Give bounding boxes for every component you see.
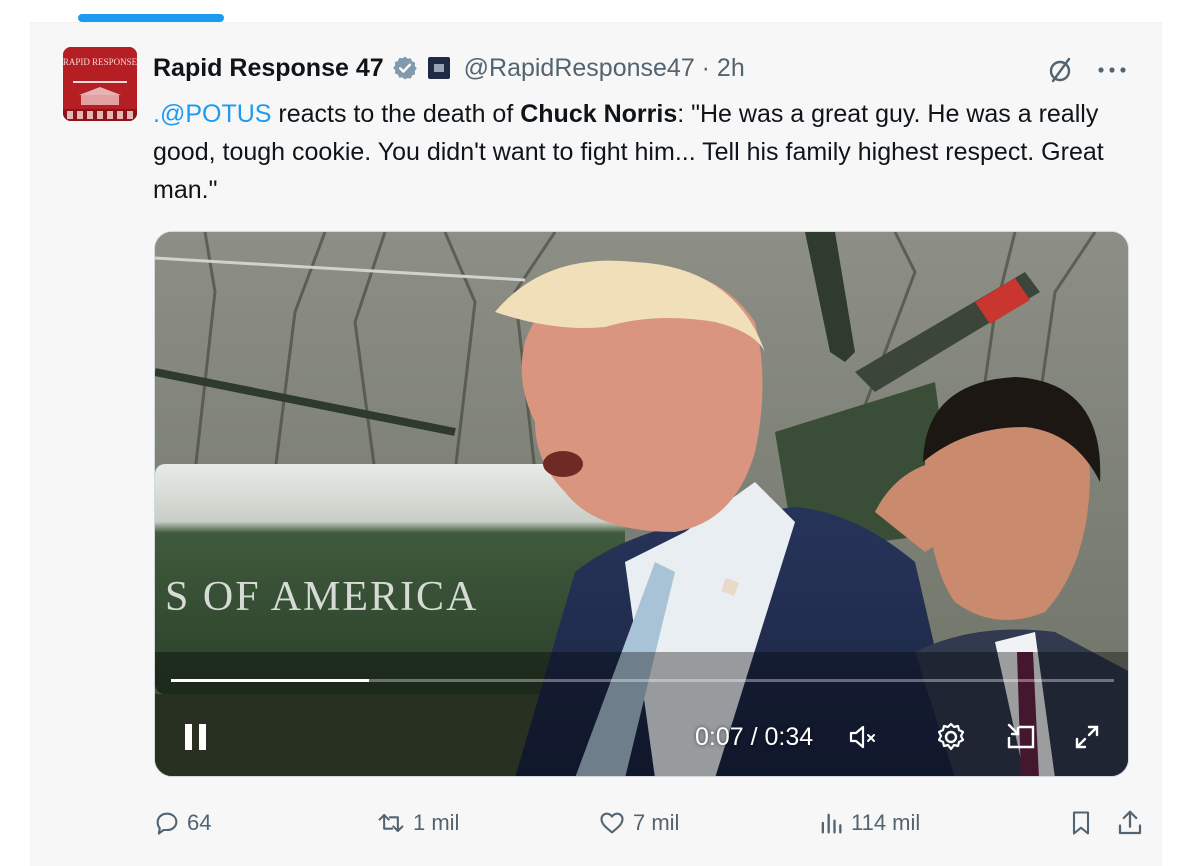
- mention-link[interactable]: .@POTUS: [153, 100, 271, 128]
- views-icon: [821, 813, 842, 834]
- grok-icon[interactable]: [1043, 53, 1077, 87]
- avatar-line-1: RAPID RESPONSE: [63, 57, 137, 67]
- avatar[interactable]: RAPID RESPONSE: [63, 47, 137, 121]
- video-progress-fill: [171, 679, 370, 682]
- settings-icon[interactable]: [933, 719, 969, 755]
- picture-in-picture-icon[interactable]: [1003, 719, 1039, 755]
- reply-icon: [156, 812, 178, 835]
- more-icon[interactable]: [1095, 53, 1129, 87]
- tweet-header: Rapid Response 47 @RapidResponse47 · 2h: [153, 51, 745, 85]
- handle-and-time[interactable]: @RapidResponse47 · 2h: [464, 54, 745, 83]
- like-icon: [600, 812, 624, 834]
- video-time: 0:07 / 0:34: [695, 723, 814, 751]
- views-button[interactable]: 114 mil: [817, 806, 920, 840]
- repost-button[interactable]: 1 mil: [375, 806, 459, 840]
- video-frame: S OF AMERICA: [155, 232, 1128, 776]
- helicopter-lettering: S OF AMERICA: [165, 574, 478, 620]
- tweet-actions: 64 1 mil 7 mil 114 mil: [153, 806, 1142, 840]
- affiliate-badge-icon[interactable]: [427, 57, 450, 79]
- pause-icon[interactable]: [179, 720, 213, 754]
- repost-icon: [378, 813, 404, 833]
- verified-badge-icon[interactable]: [392, 55, 418, 81]
- fullscreen-icon[interactable]: [1069, 719, 1105, 755]
- like-count: 7 mil: [633, 810, 680, 835]
- share-icon[interactable]: [1115, 808, 1145, 838]
- reply-button[interactable]: 64: [153, 806, 211, 840]
- video-player[interactable]: S OF AMERICA 0:07 / 0:34: [154, 231, 1129, 777]
- tweet-card[interactable]: RAPID RESPONSE Rapid Response 47 @RapidR…: [30, 23, 1162, 866]
- tweet-text-part-1: reacts to the death of: [271, 100, 521, 128]
- reply-count: 64: [187, 810, 212, 835]
- tweet-text: .@POTUS reacts to the death of Chuck Nor…: [153, 95, 1143, 209]
- bookmark-icon[interactable]: [1067, 809, 1095, 837]
- like-button[interactable]: 7 mil: [597, 806, 679, 840]
- active-tab-indicator: [78, 14, 224, 22]
- mute-icon[interactable]: [845, 719, 881, 755]
- tweet-text-bold: Chuck Norris: [520, 100, 678, 128]
- repost-count: 1 mil: [413, 810, 460, 835]
- avatar-logo-icon: RAPID RESPONSE: [63, 47, 137, 121]
- display-name[interactable]: Rapid Response 47: [153, 54, 384, 83]
- video-progress-bar[interactable]: [171, 679, 1114, 682]
- views-count: 114 mil: [851, 810, 921, 835]
